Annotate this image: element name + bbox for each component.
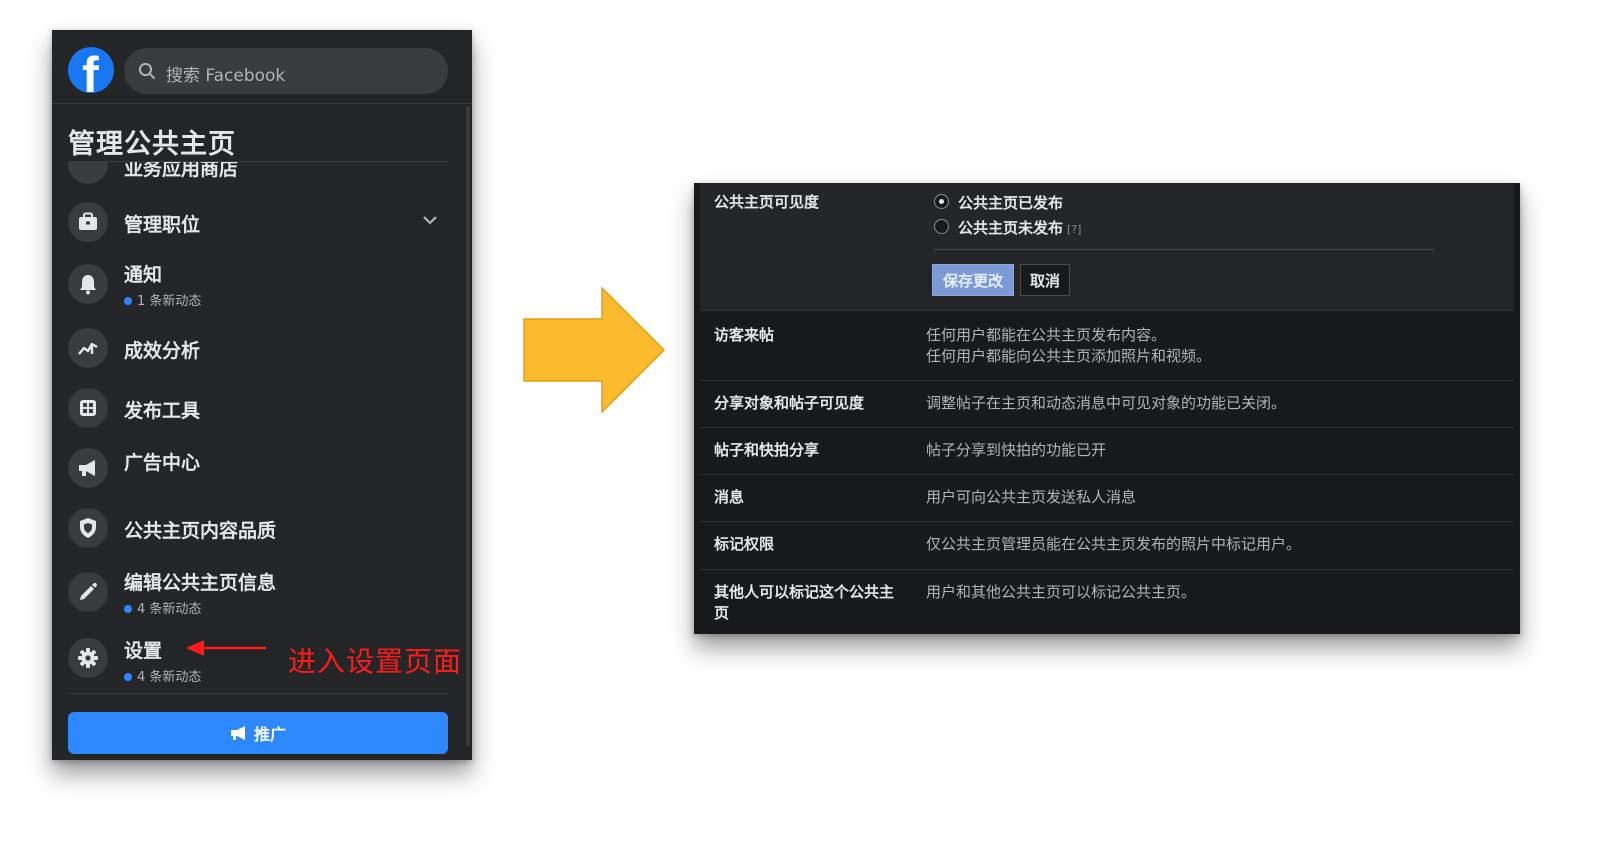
notification-count-text: 1 条新动态 bbox=[137, 294, 202, 309]
visibility-label: 公共主页可见度 bbox=[714, 193, 820, 211]
sidebar-item-label: 通知 bbox=[124, 264, 163, 286]
sidebar-item-label: 广告中心 bbox=[124, 452, 201, 474]
setting-value: 用户可向公共主页发送私人消息 bbox=[926, 488, 1137, 506]
setting-label: 分享对象和帖子可见度 bbox=[714, 394, 865, 412]
setting-value: 任何用户都能在公共主页发布内容。 任何用户都能向公共主页添加照片和视频。 bbox=[926, 325, 1211, 367]
sidebar-divider bbox=[68, 693, 448, 694]
radio-unpublished[interactable] bbox=[934, 219, 949, 234]
radio-published-label: 公共主页已发布 bbox=[958, 194, 1064, 212]
bell-icon bbox=[68, 264, 108, 304]
sidebar-item-label: 发布工具 bbox=[124, 400, 201, 422]
megaphone-icon bbox=[230, 726, 245, 740]
visibility-edit-section: 公共主页可见度 公共主页已发布 公共主页未发布 [?] 保存更改 取消 bbox=[700, 183, 1514, 310]
calendar-grid-icon bbox=[68, 388, 108, 428]
sidebar-item-edit-page-info[interactable]: 编辑公共主页信息 4 条新动态 bbox=[68, 568, 448, 618]
notification-count: 1 条新动态 bbox=[124, 290, 201, 309]
promote-button-label: 推广 bbox=[253, 725, 286, 744]
setting-label: 帖子和快拍分享 bbox=[714, 441, 820, 459]
sidebar-item-label: 成效分析 bbox=[124, 340, 201, 362]
sidebar-item-label: 编辑公共主页信息 bbox=[124, 572, 277, 594]
chart-line-icon bbox=[68, 328, 108, 368]
chevron-down-icon[interactable] bbox=[422, 212, 438, 228]
megaphone-icon bbox=[68, 448, 108, 488]
radio-unpublished-wrap: 公共主页未发布 [?] bbox=[958, 217, 1081, 238]
setting-value: 调整帖子在主页和动态消息中可见对象的功能已关闭。 bbox=[926, 394, 1287, 412]
sidebar-item-label: 公共主页内容品质 bbox=[124, 520, 277, 542]
setting-row-audience-visibility[interactable]: 分享对象和帖子可见度 调整帖子在主页和动态消息中可见对象的功能已关闭。 bbox=[700, 380, 1514, 427]
setting-row-story-sharing[interactable]: 帖子和快拍分享 帖子分享到快拍的功能已开 bbox=[700, 427, 1514, 474]
sidebar-item-label: 设置 bbox=[124, 640, 163, 662]
setting-label: 标记权限 bbox=[714, 535, 775, 553]
settings-count-text: 4 条新动态 bbox=[137, 670, 202, 685]
setting-value-line: 任何用户都能向公共主页添加照片和视频。 bbox=[926, 347, 1212, 365]
radio-published[interactable] bbox=[934, 194, 949, 209]
edit-info-count: 4 条新动态 bbox=[124, 598, 201, 617]
setting-value: 用户和其他公共主页可以标记公共主页。 bbox=[926, 583, 1197, 601]
cancel-button[interactable]: 取消 bbox=[1020, 264, 1070, 296]
setting-row-others-tagging[interactable]: 其他人可以标记这个公共主 页 用户和其他公共主页可以标记公共主页。 bbox=[700, 569, 1514, 634]
gear-icon bbox=[68, 638, 108, 678]
annotation-arrow-icon bbox=[186, 640, 266, 656]
sidebar-item-manage-roles[interactable]: 管理职位 bbox=[68, 200, 448, 250]
new-activity-dot bbox=[124, 672, 132, 681]
setting-row-messages[interactable]: 消息 用户可向公共主页发送私人消息 bbox=[700, 474, 1514, 521]
setting-row-visitor-posts[interactable]: 访客来帖 任何用户都能在公共主页发布内容。 任何用户都能向公共主页添加照片和视频… bbox=[700, 310, 1514, 380]
setting-label: 其他人可以标记这个公共主 页 bbox=[714, 582, 894, 624]
new-activity-dot bbox=[124, 604, 132, 613]
promote-button[interactable]: 推广 bbox=[68, 712, 448, 754]
sidebar-item-publishing-tools[interactable]: 发布工具 bbox=[68, 386, 448, 436]
setting-label: 访客来帖 bbox=[714, 326, 775, 344]
page-settings-panel: 公共主页可见度 公共主页已发布 公共主页未发布 [?] 保存更改 取消 访客来帖 … bbox=[694, 183, 1520, 634]
new-activity-dot bbox=[124, 296, 132, 305]
pencil-icon bbox=[68, 572, 108, 612]
shield-icon bbox=[68, 508, 108, 548]
setting-value-line: 任何用户都能在公共主页发布内容。 bbox=[926, 326, 1167, 344]
annotation-text: 进入设置页面 bbox=[288, 645, 463, 678]
briefcase-icon bbox=[68, 202, 108, 242]
sidebar-item-ad-center[interactable]: 广告中心 bbox=[68, 444, 448, 494]
edit-info-count-text: 4 条新动态 bbox=[137, 602, 202, 617]
setting-label: 消息 bbox=[714, 488, 745, 506]
sidebar-item-notifications[interactable]: 通知 1 条新动态 bbox=[68, 260, 448, 310]
setting-label-line: 页 bbox=[714, 604, 730, 622]
edit-divider bbox=[934, 249, 1434, 250]
sidebar-item-insights[interactable]: 成效分析 bbox=[68, 326, 448, 376]
radio-unpublished-label: 公共主页未发布 bbox=[958, 219, 1064, 237]
help-link[interactable]: [?] bbox=[1067, 223, 1081, 236]
sidebar-item-page-quality[interactable]: 公共主页内容品质 bbox=[68, 506, 448, 556]
setting-value: 帖子分享到快拍的功能已开 bbox=[926, 441, 1107, 459]
setting-label-line: 其他人可以标记这个公共主 bbox=[714, 583, 895, 601]
arrow-right-icon bbox=[523, 286, 666, 414]
save-changes-button[interactable]: 保存更改 bbox=[932, 264, 1014, 296]
settings-count: 4 条新动态 bbox=[124, 666, 201, 685]
sidebar-item-label: 管理职位 bbox=[124, 214, 201, 236]
setting-value: 仅公共主页管理员能在公共主页发布的照片中标记用户。 bbox=[926, 535, 1302, 553]
setting-row-tagging-ability[interactable]: 标记权限 仅公共主页管理员能在公共主页发布的照片中标记用户。 bbox=[700, 521, 1514, 569]
